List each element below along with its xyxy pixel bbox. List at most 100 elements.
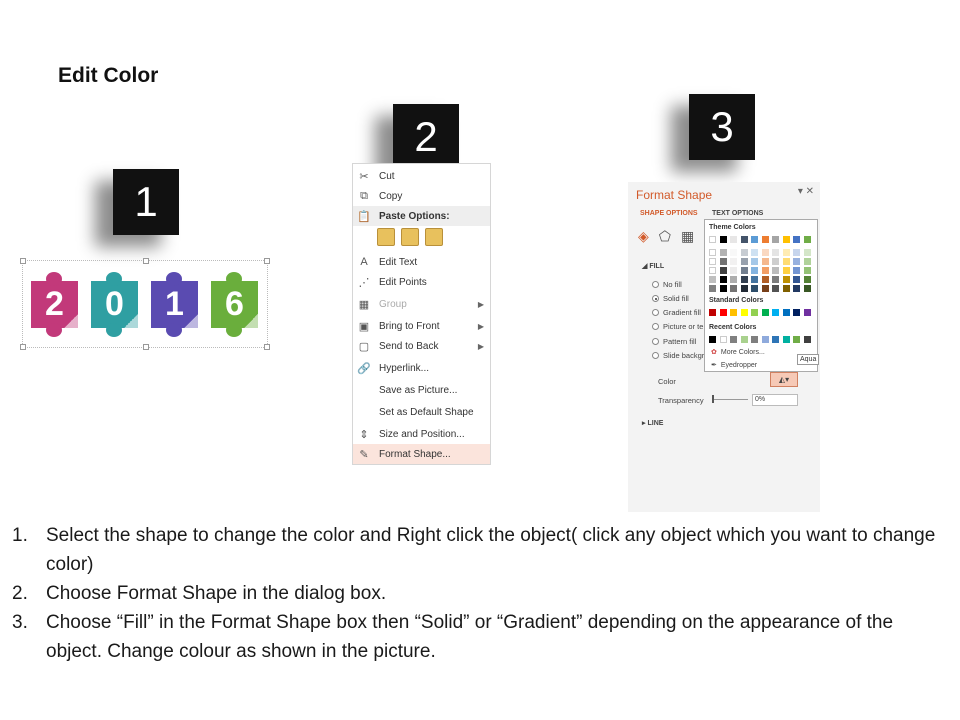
menu-item-bring-to-front[interactable]: ▣ Bring to Front ▶ <box>353 316 490 336</box>
color-swatch[interactable] <box>719 285 727 292</box>
puzzle-piece[interactable]: 6 <box>211 272 258 337</box>
color-swatch[interactable] <box>782 249 790 256</box>
menu-item-edit-points[interactable]: ⋰ Edit Points <box>353 272 490 292</box>
fill-option-radio[interactable]: Pattern fill <box>652 337 696 346</box>
color-swatch[interactable] <box>719 336 727 343</box>
color-swatch[interactable] <box>730 249 737 256</box>
color-swatch[interactable] <box>730 236 737 243</box>
color-swatch[interactable] <box>761 285 769 292</box>
color-swatch[interactable] <box>803 336 811 343</box>
color-swatch[interactable] <box>751 285 758 292</box>
color-swatch[interactable] <box>793 267 800 274</box>
color-swatch[interactable] <box>730 258 737 265</box>
radio-button[interactable] <box>652 323 659 330</box>
fill-option-radio[interactable]: Picture or te <box>652 322 703 331</box>
color-swatch[interactable] <box>782 285 790 292</box>
resize-handle[interactable] <box>264 258 270 264</box>
color-swatch[interactable] <box>709 267 716 274</box>
color-swatch[interactable] <box>709 336 716 343</box>
color-swatch[interactable] <box>719 236 727 243</box>
color-swatch[interactable] <box>803 276 811 283</box>
color-swatch[interactable] <box>803 285 811 292</box>
effects-icon[interactable]: ⬠ <box>659 228 671 245</box>
color-swatch[interactable] <box>761 267 769 274</box>
color-swatch[interactable] <box>793 336 800 343</box>
color-swatch[interactable] <box>761 276 769 283</box>
color-swatch[interactable] <box>761 336 769 343</box>
paste-destination-icon[interactable] <box>401 228 419 246</box>
color-swatch[interactable] <box>761 249 769 256</box>
paste-keep-source-icon[interactable] <box>377 228 395 246</box>
color-swatch[interactable] <box>772 236 779 243</box>
color-swatch[interactable] <box>772 267 779 274</box>
color-swatch[interactable] <box>719 258 727 265</box>
color-swatch[interactable] <box>782 267 790 274</box>
fill-section-header[interactable]: ◢ FILL <box>642 262 664 270</box>
color-swatch[interactable] <box>709 236 716 243</box>
tab-text-options[interactable]: TEXT OPTIONS <box>712 210 763 217</box>
color-swatch[interactable] <box>751 276 758 283</box>
color-swatch[interactable] <box>751 236 758 243</box>
color-swatch[interactable] <box>772 258 779 265</box>
color-swatch[interactable] <box>793 249 800 256</box>
resize-handle[interactable] <box>143 258 149 264</box>
transparency-input[interactable]: 0% <box>752 394 798 406</box>
menu-item-set-as-default-shape[interactable]: Set as Default Shape <box>353 402 490 422</box>
fill-option-radio[interactable]: Gradient fill <box>652 308 701 317</box>
menu-item-edit-text[interactable]: A Edit Text <box>353 252 490 272</box>
color-swatch[interactable] <box>793 258 800 265</box>
puzzle-selection-box[interactable]: 2016 <box>20 258 270 350</box>
color-swatch[interactable] <box>772 249 779 256</box>
color-swatch[interactable] <box>751 258 758 265</box>
color-swatch[interactable] <box>709 285 716 292</box>
menu-item-hyperlink[interactable]: 🔗 Hyperlink... <box>353 358 490 378</box>
color-swatch[interactable] <box>709 258 716 265</box>
color-swatch[interactable] <box>740 258 748 265</box>
resize-handle[interactable] <box>20 258 26 264</box>
color-swatch[interactable] <box>751 267 758 274</box>
resize-handle[interactable] <box>20 344 26 350</box>
puzzle-piece[interactable]: 2 <box>31 272 78 337</box>
color-swatch[interactable] <box>782 336 790 343</box>
color-swatch[interactable] <box>709 276 716 283</box>
color-swatch[interactable] <box>740 236 748 243</box>
eyedropper-link[interactable]: ✒ Eyedropper <box>711 361 757 370</box>
color-swatch[interactable] <box>751 249 758 256</box>
color-swatch[interactable] <box>751 309 758 316</box>
menu-item-save-as-picture[interactable]: Save as Picture... <box>353 380 490 400</box>
menu-item-format-shape[interactable]: ✎ Format Shape... <box>353 444 490 464</box>
color-swatch[interactable] <box>719 249 727 256</box>
menu-item-size-and-position[interactable]: ⇕ Size and Position... <box>353 424 490 444</box>
tab-shape-options[interactable]: SHAPE OPTIONS <box>640 210 698 217</box>
menu-item-send-to-back[interactable]: ▢ Send to Back ▶ <box>353 336 490 356</box>
fill-option-radio[interactable]: Slide backgr <box>652 351 704 360</box>
color-swatch[interactable] <box>730 336 737 343</box>
layout-icon[interactable]: ▦ <box>681 228 694 245</box>
radio-button[interactable] <box>652 281 659 288</box>
color-swatch[interactable] <box>719 276 727 283</box>
color-swatch[interactable] <box>803 309 811 316</box>
color-swatch[interactable] <box>740 267 748 274</box>
color-swatch[interactable] <box>803 249 811 256</box>
color-swatch[interactable] <box>709 309 716 316</box>
color-swatch[interactable] <box>803 267 811 274</box>
menu-item-copy[interactable]: ⧉ Copy <box>353 186 490 206</box>
color-swatch[interactable] <box>730 276 737 283</box>
color-swatch[interactable] <box>772 276 779 283</box>
radio-button[interactable] <box>652 352 659 359</box>
color-swatch[interactable] <box>803 258 811 265</box>
fill-option-radio[interactable]: No fill <box>652 280 682 289</box>
paste-picture-icon[interactable] <box>425 228 443 246</box>
menu-item-cut[interactable]: ✂ Cut <box>353 166 490 186</box>
color-swatch[interactable] <box>740 309 748 316</box>
transparency-slider-track[interactable] <box>712 399 748 400</box>
color-swatch[interactable] <box>730 309 737 316</box>
color-swatch[interactable] <box>782 258 790 265</box>
color-swatch[interactable] <box>740 336 748 343</box>
color-swatch[interactable] <box>740 285 748 292</box>
color-swatch[interactable] <box>709 249 716 256</box>
more-colors-link[interactable]: ✿ More Colors... <box>711 348 765 357</box>
radio-button[interactable] <box>652 338 659 345</box>
color-swatch[interactable] <box>793 309 800 316</box>
color-swatch[interactable] <box>730 267 737 274</box>
